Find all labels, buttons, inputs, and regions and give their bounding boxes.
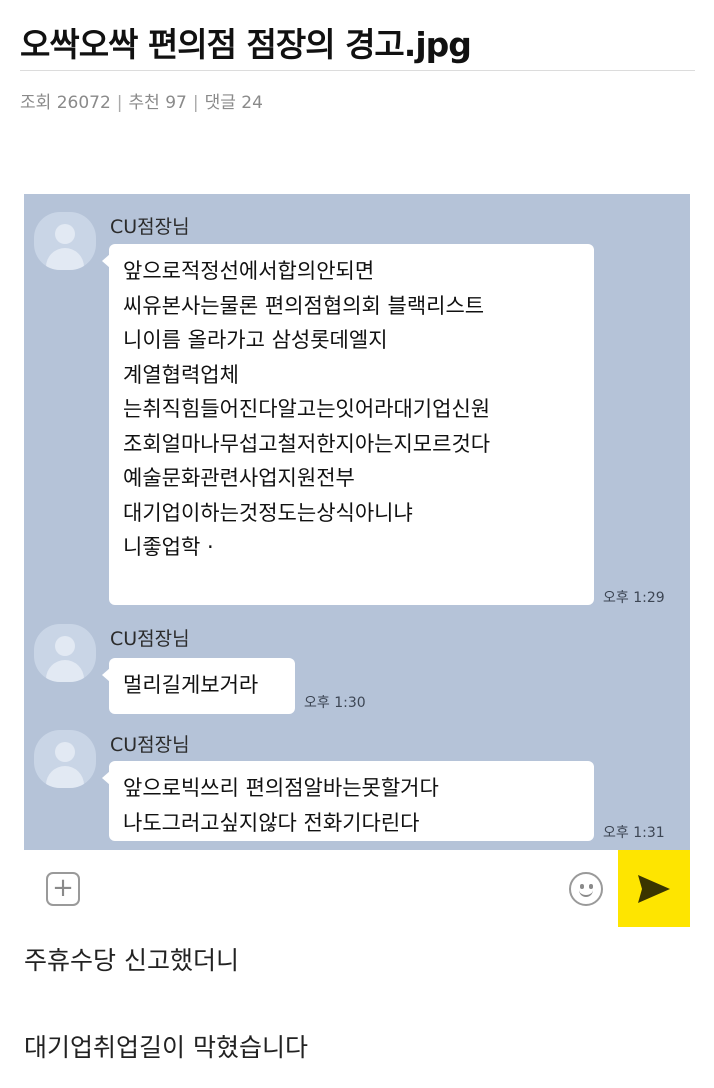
send-icon [638,875,670,903]
post-meta: 조회 26072 | 추천 97 | 댓글 24 [20,93,263,113]
sender-name: CU점장님 [110,628,190,650]
message-line: 멀리길게보거라 [123,673,259,697]
post-caption: 주휴수당 신고했더니 [24,946,239,975]
message-line: 는취직힘들어진다알고는잇어라대기업신원 [123,397,491,421]
views-count: 26072 [56,93,111,113]
title-divider [20,70,695,71]
message-line: 예술문화관련사업지원전부 [123,466,355,490]
message-line: 계열협력업체 [123,362,239,387]
views-label: 조회 [20,93,52,113]
message-line: 조회얼마나무섭고철저한지아는지모르것다 [123,431,491,456]
message-time: 오후 1:31 [603,825,665,841]
sender-avatar [34,730,96,788]
post-title: 오싹오싹 편의점 점장의 경고.jpg [20,25,472,64]
chat-input-bar: + [24,850,690,927]
comments-label: 댓글 [204,93,236,113]
message-bubble: 멀리길게보거라 [102,658,295,714]
emoji-icon[interactable] [569,872,603,906]
sender-name: CU점장님 [110,734,190,756]
message-line: 앞으로빅쓰리 편의점알바는못할거다 [123,776,439,800]
sender-avatar [34,624,96,682]
post-caption: 대기업취업길이 막혔습니다 [24,1033,308,1062]
recommend-label: 추천 [128,93,160,113]
chat-area: CU점장님 앞으로적정선에서합의안되면 씨유본사는물론 편의점협의회 블랙리스트… [24,194,690,850]
recommend-count: 97 [165,93,187,113]
message-bubble: 앞으로빅쓰리 편의점알바는못할거다 나도그러고싶지않다 전화기다린다 [102,761,594,841]
message-bubble: 앞으로적정선에서합의안되면 씨유본사는물론 편의점협의회 블랙리스트 니이름 올… [102,244,594,605]
comments-count: 24 [241,93,263,113]
message-line: 니좋업학 · [123,535,214,559]
message-line: 대기업이하는것정도는상식아니냐 [123,500,413,525]
message-line: 앞으로적정선에서합의안되면 [123,259,375,283]
sender-avatar [34,212,96,270]
message-line: 씨유본사는물론 편의점협의회 블랙리스트 [123,293,485,318]
message-time: 오후 1:29 [603,590,665,606]
send-button[interactable] [618,850,690,927]
chat-screenshot: CU점장님 앞으로적정선에서합의안되면 씨유본사는물론 편의점협의회 블랙리스트… [24,194,690,927]
message-line: 니이름 올라가고 삼성롯데엘지 [123,328,388,352]
sender-name: CU점장님 [110,216,190,238]
message-line: 나도그러고싶지않다 전화기다린다 [123,810,420,835]
plus-icon[interactable]: + [46,872,80,906]
message-time: 오후 1:30 [304,695,366,711]
